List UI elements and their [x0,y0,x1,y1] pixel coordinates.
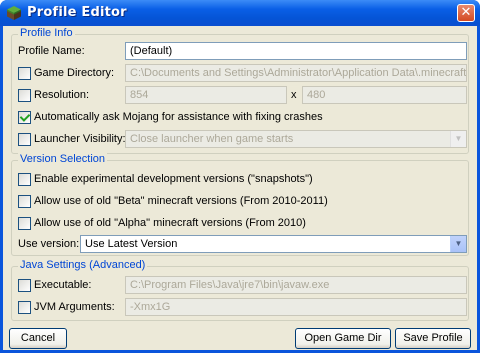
minecraft-block-icon [6,5,22,21]
launcher-visibility-select[interactable]: Close launcher when game starts ▼ [125,130,467,148]
java-settings-title: Java Settings (Advanced) [18,259,148,271]
use-version-value: Use Latest Version [85,238,178,250]
dialog-content: Profile Info Profile Name: (Default) Gam… [3,26,477,350]
game-directory-checkbox[interactable] [18,67,31,80]
resolution-label: Resolution: [34,89,90,101]
alpha-checkbox[interactable] [18,217,31,230]
title-bar: Profile Editor ✕ [0,0,480,26]
executable-checkbox[interactable] [18,279,31,292]
profile-name-field[interactable]: (Default) [125,42,467,60]
window-title: Profile Editor [27,5,127,20]
profile-editor-window: Profile Editor ✕ Profile Info Profile Na… [0,0,480,353]
profile-name-label: Profile Name: [18,45,85,57]
auto-mojang-checkbox[interactable] [18,111,31,124]
jvm-arguments-field[interactable]: -Xmx1G [125,298,467,316]
snapshots-label: Enable experimental development versions… [34,173,313,185]
alpha-label: Allow use of old "Alpha" minecraft versi… [34,217,306,229]
beta-label: Allow use of old "Beta" minecraft versio… [34,195,328,207]
game-directory-label: Game Directory: [34,67,115,79]
beta-checkbox[interactable] [18,195,31,208]
profile-info-group: Profile Info Profile Name: (Default) Gam… [11,27,469,154]
version-selection-group: Version Selection Enable experimental de… [11,153,469,256]
java-settings-group: Java Settings (Advanced) Executable: C:\… [11,259,469,321]
close-button[interactable]: ✕ [457,4,475,22]
executable-field[interactable]: C:\Program Files\Java\jre7\bin\javaw.exe [125,276,467,294]
resolution-height-field[interactable]: 480 [302,86,467,104]
chevron-down-icon: ▼ [450,131,466,147]
auto-mojang-label: Automatically ask Mojang for assistance … [34,111,323,123]
executable-label: Executable: [34,279,92,291]
use-version-label: Use version: [18,238,80,250]
launcher-visibility-label: Launcher Visibility: [34,133,126,145]
resolution-checkbox[interactable] [18,89,31,102]
open-game-dir-button[interactable]: Open Game Dir [295,328,391,349]
use-version-select[interactable]: Use Latest Version ▼ [80,235,467,253]
snapshots-checkbox[interactable] [18,173,31,186]
jvm-arguments-checkbox[interactable] [18,301,31,314]
resolution-width-field[interactable]: 854 [125,86,287,104]
launcher-visibility-value: Close launcher when game starts [130,133,294,145]
launcher-visibility-checkbox[interactable] [18,133,31,146]
profile-info-title: Profile Info [18,27,75,39]
chevron-down-icon: ▼ [450,236,466,252]
game-directory-field[interactable]: C:\Documents and Settings\Administrator\… [125,64,467,82]
version-selection-title: Version Selection [18,153,107,165]
resolution-times-sign: x [291,89,297,101]
cancel-button[interactable]: Cancel [9,328,67,349]
save-profile-button[interactable]: Save Profile [395,328,471,349]
jvm-arguments-label: JVM Arguments: [34,301,115,313]
